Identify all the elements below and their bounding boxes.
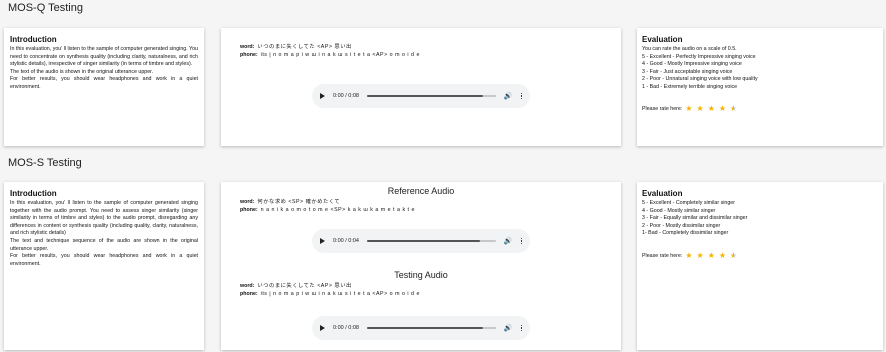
eval-line: 2 - Poor - Unnatural singing voice with …	[642, 76, 758, 83]
eval-heading: Evaluation	[642, 189, 683, 198]
star-icon[interactable]: ★	[697, 104, 704, 113]
star-half-icon[interactable]: ★ ★	[730, 251, 737, 260]
intro-text: For better results, you should wear head…	[10, 76, 198, 90]
audio-seek-bar[interactable]	[367, 95, 496, 97]
eval-line: 1 - Bad - Extremely terrible singing voi…	[642, 83, 738, 90]
phone-row: phone: n a n i k a o m o t o m e <SP> k a…	[240, 206, 415, 214]
eval-line: 5 - Excellent - Completely similar singe…	[642, 200, 736, 206]
volume-icon[interactable]: 🔊	[504, 324, 513, 332]
eval-line: 4 - Good - Mostly similar singer	[642, 207, 716, 214]
star-icon[interactable]: ★	[708, 104, 715, 113]
star-icon[interactable]: ★	[697, 251, 704, 260]
word-value: 何かな求め <SP> 確かめたくて	[257, 199, 341, 205]
more-vertical-icon[interactable]	[520, 92, 522, 100]
phone-label: phone:	[240, 207, 258, 213]
rate-label: Please rate here:	[642, 252, 683, 259]
intro-text: The text of the audio is shown in the or…	[10, 68, 154, 75]
eval-line: 5 - Excellent - Perfectly Impressive sin…	[642, 53, 756, 60]
mos-q-sample-card: word: いつのまに失くしてた <AP> 思い出 phone: its i̥ n …	[221, 28, 621, 146]
word-row: word: いつのまに失くしてた <AP> 思い出	[240, 282, 352, 290]
play-icon[interactable]	[320, 93, 325, 99]
audio-progress	[367, 95, 483, 97]
audio-time: 0:00 / 0:08	[333, 325, 359, 331]
audio-progress	[367, 240, 481, 242]
word-value: いつのまに失くしてた <AP> 思い出	[257, 283, 352, 289]
word-label: word:	[240, 44, 255, 50]
word-row: word: いつのまに失くしてた <AP> 思い出	[240, 43, 352, 51]
more-vertical-icon[interactable]	[520, 324, 522, 332]
mos-s-intro-card: Introduction In this evaluation, you' ll…	[4, 182, 204, 350]
phone-label: phone:	[240, 291, 258, 297]
intro-text: The text and technique sequence of the a…	[10, 237, 198, 252]
audio-seek-bar[interactable]	[367, 240, 496, 242]
audio-seek-bar[interactable]	[367, 327, 496, 329]
word-label: word:	[240, 283, 255, 289]
testing-audio-player[interactable]: 0:00 / 0:08 🔊	[312, 316, 530, 340]
intro-heading: Introduction	[10, 189, 57, 198]
eval-line: 2 - Poor - Mostly dissimilar singer	[642, 222, 721, 229]
rating-row: Please rate here: ★ ★ ★ ★ ★ ★	[642, 251, 878, 260]
intro-text: In this evaluation, you' ll listen to th…	[10, 46, 198, 68]
phone-label: phone:	[240, 52, 258, 58]
phone-row: phone: its i̥ n o m a p i w ɯ i n a k ɯ s…	[240, 290, 420, 298]
mos-q-intro-card: Introduction In this evaluation, you' ll…	[4, 28, 204, 146]
more-vertical-icon[interactable]	[520, 237, 522, 245]
rating-row: Please rate here: ★ ★ ★ ★ ★ ★	[642, 104, 878, 113]
eval-heading: Evaluation	[642, 35, 683, 44]
eval-line: 3 - Fair - Just acceptable singing voice	[642, 68, 733, 75]
volume-icon[interactable]: 🔊	[504, 237, 513, 245]
mos-q-eval-card: Evaluation You can rate the audio on a s…	[637, 28, 883, 146]
eval-line: 4 - Good - Mostly Impressive singing voi…	[642, 61, 742, 68]
mos-q-title: MOS-Q Testing	[8, 2, 83, 14]
reference-audio-player[interactable]: 0:00 / 0:04 🔊	[312, 229, 530, 253]
reference-audio-heading: Reference Audio	[387, 186, 455, 196]
phone-value: n a n i k a o m o t o m e <SP> k a k ɯ k…	[260, 207, 415, 213]
star-icon[interactable]: ★	[685, 104, 692, 113]
phone-value: its i̥ n o m a p i w ɯ i n a k ɯ s i t e…	[260, 291, 420, 297]
play-icon[interactable]	[320, 325, 325, 331]
testing-audio-heading: Testing Audio	[394, 270, 448, 280]
intro-text: For better results, you should wear head…	[10, 253, 198, 267]
mos-s-title: MOS-S Testing	[8, 157, 82, 169]
mos-s-eval-card: Evaluation 5 - Excellent - Completely si…	[637, 182, 883, 350]
star-rating[interactable]: ★ ★ ★ ★ ★ ★	[685, 251, 737, 260]
star-icon[interactable]: ★	[708, 251, 715, 260]
star-rating[interactable]: ★ ★ ★ ★ ★ ★	[685, 104, 737, 113]
rate-label: Please rate here:	[642, 105, 683, 112]
intro-text: In this evaluation, you' ll listen to th…	[10, 200, 198, 237]
word-row: word: 何かな求め <SP> 確かめたくて	[240, 198, 340, 206]
audio-time: 0:00 / 0:04	[333, 238, 359, 244]
audio-progress	[367, 327, 483, 329]
volume-icon[interactable]: 🔊	[504, 92, 513, 100]
play-icon[interactable]	[320, 238, 325, 244]
eval-line: 1- Bad - Completely dissimilar singer	[642, 230, 729, 237]
eval-line: You can rate the audio on a scale of 0.5…	[642, 46, 737, 52]
audio-time: 0:00 / 0:08	[333, 93, 359, 99]
star-icon[interactable]: ★	[685, 251, 692, 260]
audio-player[interactable]: 0:00 / 0:08 🔊	[312, 84, 530, 108]
intro-heading: Introduction	[10, 35, 57, 44]
star-icon[interactable]: ★	[719, 104, 726, 113]
star-half-icon[interactable]: ★ ★	[730, 104, 737, 113]
phone-value: its i̥ n o m a p i w ɯ i n a k ɯ s i t e…	[260, 52, 420, 58]
star-icon[interactable]: ★	[719, 251, 726, 260]
phone-row: phone: its i̥ n o m a p i w ɯ i n a k ɯ s…	[240, 51, 420, 59]
mos-s-sample-card: Reference Audio word: 何かな求め <SP> 確かめたくて p…	[221, 182, 621, 350]
word-value: いつのまに失くしてた <AP> 思い出	[257, 44, 352, 50]
eval-line: 3 - Fair - Equally similar and dissimila…	[642, 215, 748, 222]
word-label: word:	[240, 199, 255, 205]
